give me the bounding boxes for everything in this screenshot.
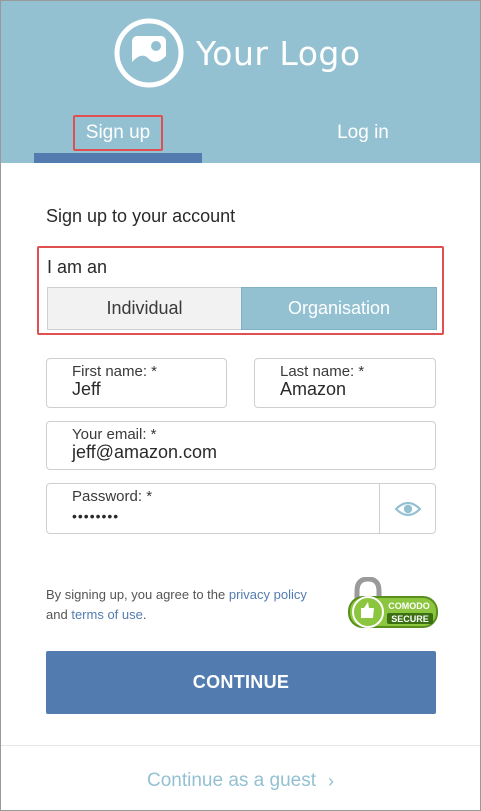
header: Your Logo Sign up Log in bbox=[1, 1, 480, 163]
terms-of-use-link[interactable]: terms of use bbox=[71, 607, 143, 622]
terms-middle: and bbox=[46, 607, 68, 622]
logo: Your Logo bbox=[114, 16, 374, 90]
continue-button[interactable]: CONTINUE bbox=[46, 651, 436, 714]
seal-line-2: SECURE bbox=[391, 614, 429, 624]
terms-suffix: . bbox=[142, 607, 147, 622]
last-name-field[interactable]: Last name: * Amazon bbox=[254, 358, 436, 408]
email-label: Your email: * bbox=[72, 426, 157, 443]
eye-icon bbox=[394, 501, 421, 516]
guest-label: Continue as a guest bbox=[146, 770, 316, 791]
last-name-value[interactable]: Amazon bbox=[280, 379, 346, 400]
password-field[interactable]: Password: * •••••••• bbox=[46, 483, 436, 534]
terms-prefix: By signing up, you agree to the bbox=[46, 587, 226, 602]
chevron-right-icon: › bbox=[328, 770, 334, 791]
tab-sign-up[interactable]: Sign up bbox=[73, 115, 163, 151]
tab-log-in[interactable]: Log in bbox=[323, 115, 403, 151]
signup-card: Your Logo Sign up Log in Sign up to your… bbox=[0, 0, 481, 811]
form-title: Sign up to your account bbox=[46, 206, 236, 226]
show-password-button[interactable] bbox=[379, 484, 435, 533]
email-value[interactable]: jeff@amazon.com bbox=[72, 442, 217, 463]
first-name-value[interactable]: Jeff bbox=[72, 379, 101, 400]
first-name-label: First name: * bbox=[72, 363, 158, 380]
password-value[interactable]: •••••••• bbox=[72, 508, 119, 524]
footer-divider bbox=[1, 745, 480, 746]
email-field[interactable]: Your email: * jeff@amazon.com bbox=[46, 421, 436, 470]
first-name-field[interactable]: First name: * Jeff bbox=[46, 358, 227, 408]
logo-text: Your Logo bbox=[196, 33, 361, 73]
logo-image-icon bbox=[114, 18, 184, 88]
terms-text: By signing up, you agree to the privacy … bbox=[46, 585, 346, 625]
account-type-label: I am an bbox=[47, 257, 108, 277]
account-type-group: I am an Individual Organisation bbox=[37, 246, 444, 335]
password-label: Password: * bbox=[72, 488, 153, 505]
continue-as-guest-link[interactable]: Continue as a guest › bbox=[1, 767, 480, 795]
account-type-individual-option[interactable]: Individual bbox=[47, 287, 241, 330]
last-name-label: Last name: * bbox=[280, 363, 365, 380]
account-type-organisation-option[interactable]: Organisation bbox=[241, 287, 437, 330]
comodo-secure-seal: COMODO SECURE bbox=[348, 577, 438, 628]
privacy-policy-link[interactable]: privacy policy bbox=[229, 587, 307, 602]
seal-line-1: COMODO bbox=[388, 601, 430, 611]
active-tab-indicator bbox=[34, 153, 202, 163]
